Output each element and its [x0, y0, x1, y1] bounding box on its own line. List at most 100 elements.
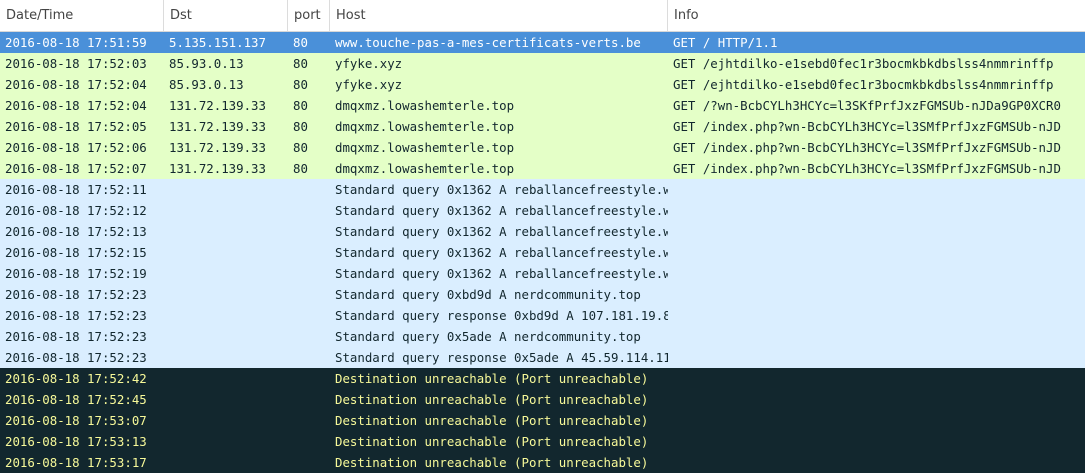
packet-cell-host: Standard query 0x1362 A reballancefreest…: [335, 203, 668, 218]
packet-cell-info: GET /?wn-BcbCYLh3HCYc=l3SKfPrfJxzFGMSUb-…: [673, 98, 1061, 113]
packet-cell-datetime: 2016-08-18 17:52:11: [5, 182, 147, 197]
packet-cell-host: Destination unreachable (Port unreachabl…: [335, 371, 649, 386]
packet-cell-info: [668, 242, 1085, 263]
packet-cell-datetime: 2016-08-18 17:52:07: [5, 161, 147, 176]
packet-cell-host: Standard query 0x5ade A nerdcommunity.to…: [335, 329, 641, 344]
packet-cell-datetime: 2016-08-18 17:52:03: [5, 56, 147, 71]
packet-row[interactable]: 2016-08-18 17:52:13 Standard query 0x1362…: [0, 221, 1085, 242]
packet-cell-datetime: 2016-08-18 17:52:45: [5, 392, 147, 407]
packet-row[interactable]: 2016-08-18 17:52:03 85.93.0.13 80 yfyke.xyz…: [0, 53, 1085, 74]
packet-cell-port: [288, 263, 330, 284]
packet-row[interactable]: 2016-08-18 17:52:19 Standard query 0x1362…: [0, 263, 1085, 284]
packet-cell-datetime: 2016-08-18 17:52:23: [5, 287, 147, 302]
packet-cell-dst: [164, 389, 288, 410]
packet-cell-info: [668, 326, 1085, 347]
packet-cell-info: GET /ejhtdilko-e1sebd0fec1r3bocmkbkdbsls…: [673, 56, 1054, 71]
packet-cell-port: [288, 368, 330, 389]
packet-cell-port: [288, 200, 330, 221]
packet-cell-info: GET /index.php?wn-BcbCYLh3HCYc=l3SMfPrfJ…: [673, 140, 1061, 155]
packet-row[interactable]: 2016-08-18 17:52:04 131.72.139.33 80 dmqxmz…: [0, 95, 1085, 116]
packet-cell-host: yfyke.xyz: [335, 77, 403, 92]
packet-cell-port: [288, 221, 330, 242]
packet-cell-port: 80: [293, 56, 308, 71]
packet-cell-host: yfyke.xyz: [335, 56, 403, 71]
packet-cell-dst: [164, 242, 288, 263]
packet-cell-info: GET / HTTP/1.1: [673, 35, 778, 50]
packet-cell-port: [288, 431, 330, 452]
packet-cell-info: [668, 431, 1085, 452]
packet-cell-port: [288, 305, 330, 326]
column-header-port[interactable]: port: [288, 0, 330, 31]
packet-cell-port: [288, 410, 330, 431]
packet-cell-info: GET /ejhtdilko-e1sebd0fec1r3bocmkbkdbsls…: [673, 77, 1054, 92]
packet-row[interactable]: 2016-08-18 17:52:15 Standard query 0x1362…: [0, 242, 1085, 263]
packet-row[interactable]: 2016-08-18 17:52:23 Standard query respon…: [0, 305, 1085, 326]
packet-cell-port: [288, 242, 330, 263]
packet-cell-port: 80: [293, 98, 308, 113]
packet-cell-host: dmqxmz.lowashemterle.top: [335, 161, 515, 176]
packet-cell-host: www.touche-pas-a-mes-certificats-verts.b…: [335, 35, 641, 50]
packet-cell-datetime: 2016-08-18 17:52:05: [5, 119, 147, 134]
packet-cell-port: 80: [293, 77, 308, 92]
packet-cell-host: Destination unreachable (Port unreachabl…: [335, 455, 649, 470]
packet-row[interactable]: 2016-08-18 17:52:05 131.72.139.33 80 dmqxmz…: [0, 116, 1085, 137]
packet-list: Date/Time Dst port Host Info 2016-08-18 …: [0, 0, 1085, 473]
packet-cell-info: [668, 179, 1085, 200]
packet-cell-dst: [164, 410, 288, 431]
packet-row[interactable]: 2016-08-18 17:52:42 Destination unreachab…: [0, 368, 1085, 389]
packet-cell-info: GET /index.php?wn-BcbCYLh3HCYc=l3SMfPrfJ…: [673, 161, 1061, 176]
packet-cell-info: [668, 347, 1085, 368]
packet-cell-port: 80: [293, 161, 308, 176]
packet-cell-host: dmqxmz.lowashemterle.top: [335, 119, 515, 134]
packet-row[interactable]: 2016-08-18 17:51:59 5.135.151.137 80 www.to…: [0, 32, 1085, 53]
packet-cell-info: [668, 221, 1085, 242]
packet-row[interactable]: 2016-08-18 17:53:13 Destination unreachab…: [0, 431, 1085, 452]
packet-cell-datetime: 2016-08-18 17:52:04: [5, 77, 147, 92]
packet-cell-datetime: 2016-08-18 17:52:13: [5, 224, 147, 239]
packet-cell-info: [668, 305, 1085, 326]
packet-row[interactable]: 2016-08-18 17:52:07 131.72.139.33 80 dmqxmz…: [0, 158, 1085, 179]
column-header-info[interactable]: Info: [668, 0, 1085, 31]
packet-cell-host: Standard query response 0xbd9d A 107.181…: [335, 308, 668, 323]
packet-row[interactable]: 2016-08-18 17:53:07 Destination unreachab…: [0, 410, 1085, 431]
packet-row[interactable]: 2016-08-18 17:52:12 Standard query 0x1362…: [0, 200, 1085, 221]
packet-cell-host: Standard query 0x1362 A reballancefreest…: [335, 245, 668, 260]
packet-cell-dst: 131.72.139.33: [169, 140, 266, 155]
packet-cell-port: [288, 179, 330, 200]
packet-cell-host: Standard query 0xbd9d A nerdcommunity.to…: [335, 287, 641, 302]
packet-cell-info: [668, 284, 1085, 305]
column-header-host[interactable]: Host: [330, 0, 668, 31]
column-header-datetime[interactable]: Date/Time: [0, 0, 164, 31]
packet-cell-dst: 131.72.139.33: [169, 98, 266, 113]
packet-row[interactable]: 2016-08-18 17:52:06 131.72.139.33 80 dmqxmz…: [0, 137, 1085, 158]
packet-cell-datetime: 2016-08-18 17:52:19: [5, 266, 147, 281]
packet-cell-datetime: 2016-08-18 17:53:07: [5, 413, 147, 428]
packet-cell-datetime: 2016-08-18 17:52:04: [5, 98, 147, 113]
packet-cell-datetime: 2016-08-18 17:52:23: [5, 350, 147, 365]
packet-row[interactable]: 2016-08-18 17:52:04 85.93.0.13 80 yfyke.xyz…: [0, 74, 1085, 95]
packet-cell-port: 80: [293, 35, 308, 50]
packet-row[interactable]: 2016-08-18 17:52:11 Standard query 0x1362…: [0, 179, 1085, 200]
packet-row[interactable]: 2016-08-18 17:52:23 Standard query 0xbd9d…: [0, 284, 1085, 305]
packet-cell-info: [668, 452, 1085, 473]
packet-cell-host: Destination unreachable (Port unreachabl…: [335, 392, 649, 407]
packet-cell-dst: [164, 221, 288, 242]
column-header-row: Date/Time Dst port Host Info: [0, 0, 1085, 32]
packet-row[interactable]: 2016-08-18 17:52:45 Destination unreachab…: [0, 389, 1085, 410]
packet-cell-info: [668, 263, 1085, 284]
packet-row[interactable]: 2016-08-18 17:52:23 Standard query 0x5ade…: [0, 326, 1085, 347]
packet-cell-dst: [164, 179, 288, 200]
packet-cell-datetime: 2016-08-18 17:51:59: [5, 35, 147, 50]
packet-cell-dst: [164, 263, 288, 284]
packet-cell-dst: 5.135.151.137: [169, 35, 266, 50]
packet-cell-host: Standard query 0x1362 A reballancefreest…: [335, 182, 668, 197]
column-header-dst[interactable]: Dst: [164, 0, 288, 31]
packet-cell-port: [288, 284, 330, 305]
packet-cell-port: [288, 452, 330, 473]
packet-cell-dst: [164, 326, 288, 347]
packet-cell-datetime: 2016-08-18 17:53:13: [5, 434, 147, 449]
packet-cell-host: Standard query 0x1362 A reballancefreest…: [335, 266, 668, 281]
packet-row[interactable]: 2016-08-18 17:52:23 Standard query respon…: [0, 347, 1085, 368]
packet-cell-host: dmqxmz.lowashemterle.top: [335, 140, 515, 155]
packet-row[interactable]: 2016-08-18 17:53:17 Destination unreachab…: [0, 452, 1085, 473]
